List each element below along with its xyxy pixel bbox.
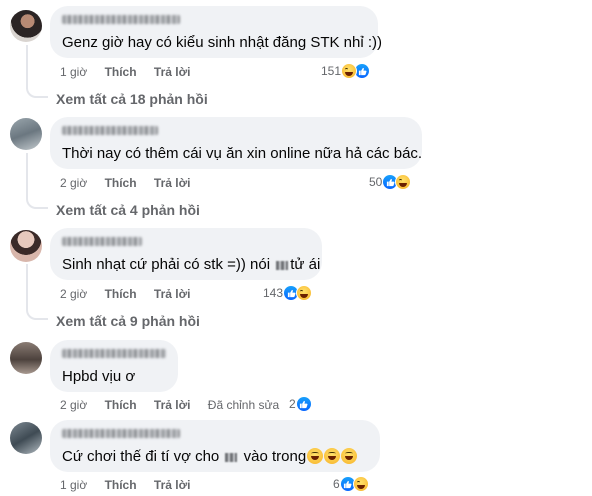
comment-text-part: tử ái (290, 256, 321, 273)
reply-button[interactable]: Trả lời (154, 176, 191, 190)
view-replies-link[interactable]: Xem tất cả 18 phản hồi (56, 91, 208, 107)
author-name[interactable] (62, 428, 368, 440)
haha-icon (296, 285, 313, 301)
comment-time[interactable]: 2 giờ (60, 287, 87, 301)
haha-icon (352, 476, 369, 492)
reply-button[interactable]: Trả lời (154, 65, 191, 79)
haha-icon (341, 63, 358, 79)
avatar[interactable] (10, 118, 42, 150)
like-button[interactable]: Thích (105, 176, 137, 190)
grin-emoji-icon (324, 448, 341, 464)
avatar[interactable] (10, 10, 42, 42)
comment-actions: 1 giờ Thích Trả lời (60, 478, 204, 492)
thread-branch (26, 82, 48, 98)
author-name[interactable] (62, 125, 410, 137)
comment-bubble: Hpbd vịu ơ (50, 340, 178, 392)
reaction-count: 143 (263, 286, 284, 300)
thread-line (26, 264, 28, 309)
reaction-count: 151 (321, 64, 342, 78)
like-button[interactable]: Thích (105, 65, 137, 79)
comment-bubble: Sinh nhạt cứ phải có stk =)) nói tử ái (50, 228, 322, 280)
like-button[interactable]: Thích (105, 287, 137, 301)
reply-button[interactable]: Trả lời (154, 287, 191, 301)
like-icon (295, 396, 312, 412)
reaction-count: 2 (289, 397, 296, 411)
grin-emoji-icon (307, 448, 324, 464)
author-name[interactable] (62, 348, 166, 360)
comment-bubble: Thời nay có thêm cái vụ ăn xin online nữ… (50, 117, 422, 169)
thread-branch (26, 193, 48, 209)
comment-text-part: vào trong (243, 448, 307, 465)
reaction-summary[interactable]: 50 (369, 174, 412, 190)
author-name[interactable] (62, 236, 310, 248)
author-name[interactable] (62, 14, 366, 26)
censored-word (276, 260, 289, 270)
comment-time[interactable]: 1 giờ (60, 65, 87, 79)
avatar[interactable] (10, 230, 42, 262)
avatar[interactable] (10, 422, 42, 454)
comment-time[interactable]: 1 giờ (60, 478, 87, 492)
reaction-count: 50 (369, 175, 383, 189)
comment-time[interactable]: 2 giờ (60, 398, 87, 412)
reaction-summary[interactable]: 6 (333, 476, 369, 492)
comment-text: Thời nay có thêm cái vụ ăn xin online nữ… (62, 145, 423, 162)
like-button[interactable]: Thích (105, 478, 137, 492)
comment-bubble: Genz giờ hay có kiểu sinh nhật đăng STK … (50, 6, 383, 58)
edited-label: Đã chỉnh sửa (207, 398, 280, 412)
comment-text: Hpbd vịu ơ (62, 368, 136, 385)
comment-actions: 2 giờ Thích Trả lời Đã chỉnh sửa (60, 398, 293, 412)
view-replies-link[interactable]: Xem tất cả 4 phản hồi (56, 202, 200, 218)
comment-text-part: Sinh nhạt cứ phải có stk =)) nói (62, 256, 271, 273)
grin-emoji-icon (341, 448, 358, 464)
comment-actions: 2 giờ Thích Trả lời (60, 287, 204, 301)
comment-actions: 2 giờ Thích Trả lời (60, 176, 204, 190)
comment-actions: 1 giờ Thích Trả lời (60, 65, 204, 79)
comment-bubble: Cứ chơi thế đi tí vợ cho vào trong (50, 420, 380, 472)
thread-line (26, 153, 28, 198)
reaction-summary[interactable]: 151 (321, 63, 371, 79)
comment-text: Genz giờ hay có kiểu sinh nhật đăng STK … (62, 34, 383, 51)
comment-text: Cứ chơi thế đi tí vợ cho vào trong (62, 447, 368, 467)
reaction-summary[interactable]: 2 (289, 396, 312, 412)
reaction-summary[interactable]: 143 (263, 285, 313, 301)
reaction-count: 6 (333, 477, 340, 491)
comment-text: Sinh nhạt cứ phải có stk =)) nói tử ái (62, 255, 320, 275)
avatar[interactable] (10, 342, 42, 374)
thread-branch (26, 304, 48, 320)
reply-button[interactable]: Trả lời (154, 478, 191, 492)
haha-icon (395, 174, 412, 190)
censored-word (225, 452, 238, 462)
comment-text-part: Cứ chơi thế đi tí vợ cho (62, 448, 220, 465)
view-replies-link[interactable]: Xem tất cả 9 phản hồi (56, 313, 200, 329)
comment-time[interactable]: 2 giờ (60, 176, 87, 190)
like-button[interactable]: Thích (105, 398, 137, 412)
reply-button[interactable]: Trả lời (154, 398, 191, 412)
